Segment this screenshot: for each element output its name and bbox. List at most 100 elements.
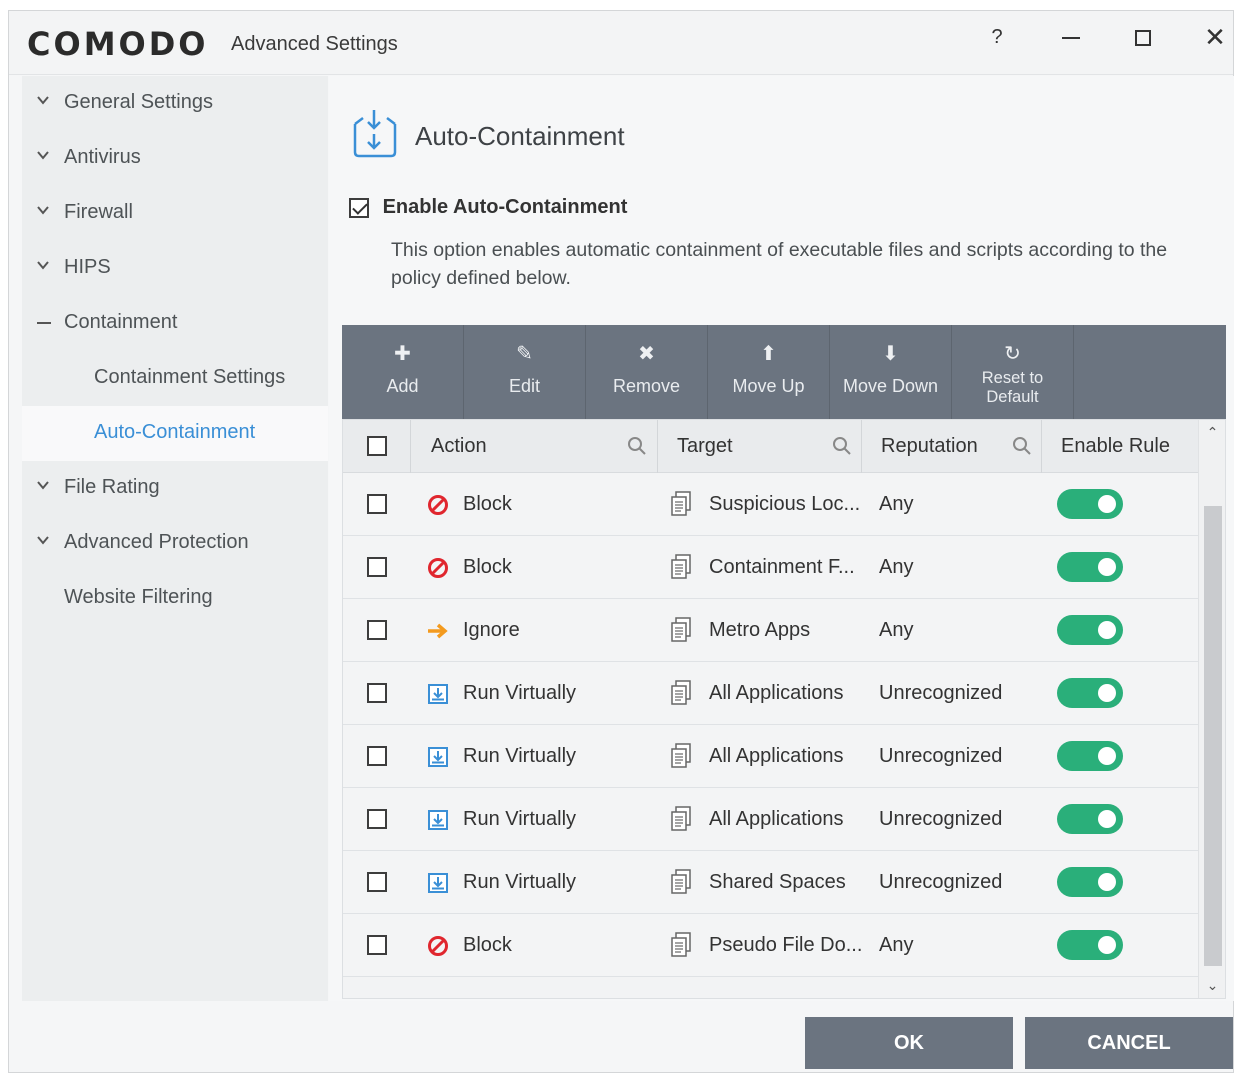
page-title: Auto-Containment: [415, 121, 625, 151]
row-reputation: Any: [879, 934, 914, 956]
reset-to-default-button[interactable]: ↻ Reset to Default: [952, 325, 1074, 419]
toggle-knob: [1098, 558, 1116, 576]
arrow-down-icon: ⬇: [882, 343, 899, 365]
remove-button[interactable]: ✖ Remove: [586, 325, 708, 419]
auto-containment-icon: [353, 110, 397, 158]
scroll-up-icon[interactable]: ⌃: [1199, 420, 1225, 444]
close-button[interactable]: ✕: [1197, 23, 1233, 51]
enable-rule-toggle[interactable]: [1057, 615, 1123, 645]
sidebar-item-label: Containment: [64, 311, 178, 333]
sidebar-item-website-filtering[interactable]: Website Filtering: [22, 571, 328, 626]
scroll-down-icon[interactable]: ⌄: [1199, 973, 1225, 997]
column-enable-rule[interactable]: Enable Rule: [1042, 420, 1198, 473]
column-reputation[interactable]: Reputation: [862, 420, 1042, 473]
ok-button[interactable]: OK: [805, 1017, 1013, 1069]
help-button[interactable]: ?: [979, 23, 1015, 51]
add-button[interactable]: ✚ Add: [342, 325, 464, 419]
sidebar-item-label: Advanced Protection: [64, 531, 249, 553]
enable-auto-containment-checkbox[interactable]: [349, 197, 369, 218]
table-row[interactable]: Block Suspicious Loc... Any: [343, 473, 1198, 536]
row-target: Containment F...: [709, 556, 855, 578]
table-row[interactable]: Run Virtually All Applications Unrecognize…: [343, 725, 1198, 788]
table-row[interactable]: Block Pseudo File Do... Any: [343, 914, 1198, 977]
sidebar-item-label: Containment Settings: [94, 366, 286, 388]
table-row[interactable]: Run Virtually All Applications Unrecognize…: [343, 788, 1198, 851]
row-checkbox[interactable]: [367, 557, 387, 577]
file-group-icon: [671, 680, 691, 705]
chevron-down-icon: [37, 481, 49, 490]
enable-rule-toggle[interactable]: [1057, 804, 1123, 834]
enable-auto-containment-label: Enable Auto-Containment: [382, 196, 628, 219]
file-group-icon: [671, 491, 691, 516]
enable-rule-toggle[interactable]: [1057, 930, 1123, 960]
enable-rule-toggle[interactable]: [1057, 552, 1123, 582]
sidebar-item-auto-containment[interactable]: Auto-Containment: [22, 406, 328, 461]
table-row[interactable]: Run Virtually All Applications Unrecognize…: [343, 662, 1198, 725]
table-row[interactable]: Ignore Metro Apps Any: [343, 599, 1198, 662]
file-group-icon: [671, 554, 691, 579]
arrow-right-icon: [428, 623, 448, 639]
row-reputation: Any: [879, 619, 914, 641]
enable-auto-containment-row[interactable]: Enable Auto-Containment: [349, 196, 627, 219]
toggle-knob: [1098, 495, 1116, 513]
row-checkbox[interactable]: [367, 872, 387, 892]
enable-rule-toggle[interactable]: [1057, 741, 1123, 771]
table-header: Action Target Reputation Enable Rule: [343, 420, 1198, 473]
row-target: Pseudo File Do...: [709, 934, 863, 956]
toggle-knob: [1098, 810, 1116, 828]
column-enable-rule-label: Enable Rule: [1061, 435, 1170, 457]
row-action: Ignore: [463, 619, 520, 641]
sidebar-item-firewall[interactable]: Firewall: [22, 186, 328, 241]
move-up-button[interactable]: ⬆ Move Up: [708, 325, 830, 419]
chevron-down-icon: [37, 96, 49, 105]
search-icon[interactable]: [832, 436, 852, 456]
row-checkbox[interactable]: [367, 809, 387, 829]
chevron-down-icon: [37, 151, 49, 160]
column-target[interactable]: Target: [658, 420, 862, 473]
row-checkbox[interactable]: [367, 620, 387, 640]
sidebar-item-file-rating[interactable]: File Rating: [22, 461, 328, 516]
table-scrollbar[interactable]: ⌃ ⌄: [1198, 420, 1225, 998]
search-icon[interactable]: [627, 436, 647, 456]
enable-rule-toggle[interactable]: [1057, 489, 1123, 519]
move-down-button[interactable]: ⬇ Move Down: [830, 325, 952, 419]
reset-label-line1: Reset to: [981, 369, 1044, 387]
table-row[interactable]: Run Virtually Shared Spaces Unrecognized: [343, 851, 1198, 914]
run-virtually-icon: [428, 810, 448, 830]
move-up-label: Move Up: [732, 376, 805, 396]
pencil-icon: ✎: [516, 343, 533, 365]
sidebar-item-general-settings[interactable]: General Settings: [22, 76, 328, 131]
maximize-icon: [1135, 30, 1151, 47]
cancel-button[interactable]: CANCEL: [1025, 1017, 1233, 1069]
enable-rule-toggle[interactable]: [1057, 678, 1123, 708]
minimize-button[interactable]: [1053, 23, 1089, 51]
row-checkbox[interactable]: [367, 746, 387, 766]
sidebar-item-containment-settings[interactable]: Containment Settings: [22, 351, 328, 406]
sidebar-item-antivirus[interactable]: Antivirus: [22, 131, 328, 186]
section-description: This option enables automatic containmen…: [391, 239, 1168, 289]
block-icon: [428, 936, 448, 956]
scroll-thumb[interactable]: [1204, 506, 1222, 966]
row-action: Run Virtually: [463, 808, 577, 830]
column-action[interactable]: Action: [411, 420, 658, 473]
maximize-button[interactable]: [1125, 23, 1161, 51]
block-icon: [428, 495, 448, 515]
row-target: All Applications: [709, 745, 844, 767]
table-row[interactable]: Block Containment F... Any: [343, 536, 1198, 599]
sidebar-item-hips[interactable]: HIPS: [22, 241, 328, 296]
sidebar-item-containment[interactable]: Containment: [22, 296, 328, 351]
collapse-icon: [37, 322, 51, 324]
row-reputation: Unrecognized: [879, 871, 1003, 893]
edit-button[interactable]: ✎ Edit: [464, 325, 586, 419]
file-group-icon: [671, 617, 691, 642]
block-icon: [428, 558, 448, 578]
row-checkbox[interactable]: [367, 683, 387, 703]
sidebar-item-advanced-protection[interactable]: Advanced Protection: [22, 516, 328, 571]
search-icon[interactable]: [1012, 436, 1032, 456]
enable-rule-toggle[interactable]: [1057, 867, 1123, 897]
row-checkbox[interactable]: [367, 494, 387, 514]
row-checkbox[interactable]: [367, 935, 387, 955]
toggle-knob: [1098, 747, 1116, 765]
plus-icon: ✚: [394, 343, 411, 365]
select-all-checkbox[interactable]: [367, 436, 387, 456]
